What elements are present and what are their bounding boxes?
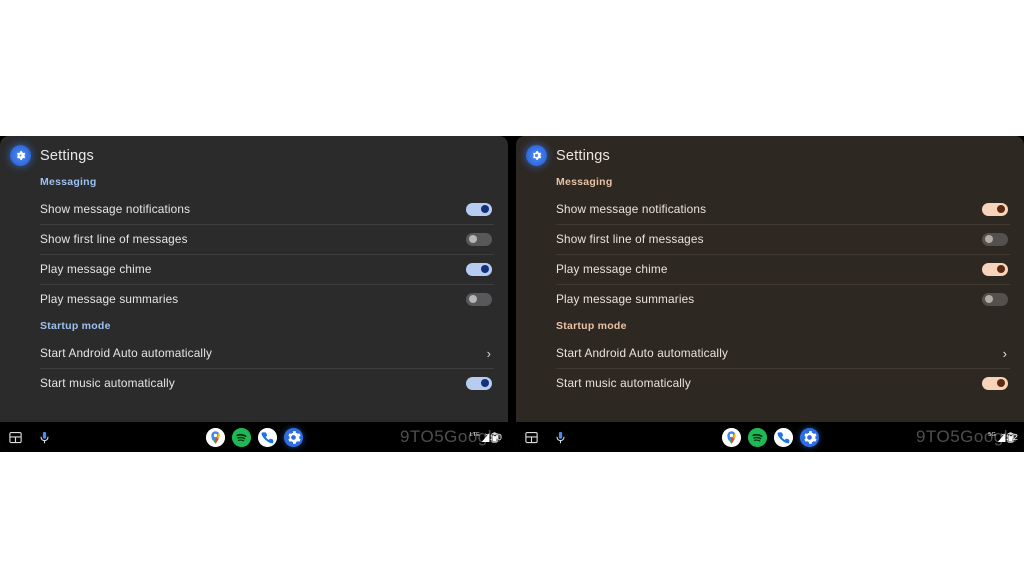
app-title-label: Settings <box>40 147 94 164</box>
setting-label: Play message summaries <box>556 292 695 306</box>
setting-label: Show message notifications <box>556 202 707 216</box>
toggle-knob <box>996 204 1006 214</box>
settings-content-left: Settings Messaging Show message notifica… <box>0 136 508 422</box>
toggle-show-message-notifications[interactable] <box>982 202 1008 216</box>
setting-row-play-message-summaries[interactable]: Play message summaries <box>0 284 508 314</box>
section-header-startup-mode: Startup mode <box>556 320 627 332</box>
setting-label: Show first line of messages <box>40 232 188 246</box>
status-cluster: LTE 2:00 <box>469 431 502 443</box>
setting-label: Play message chime <box>40 262 152 276</box>
setting-row-play-message-summaries[interactable]: Play message summaries <box>516 284 1024 314</box>
setting-row-start-music-automatically[interactable]: Start music automatically <box>516 368 1024 398</box>
system-bar-left-group <box>8 430 52 445</box>
toggle-start-music-automatically[interactable] <box>982 376 1008 390</box>
dock-right <box>516 427 1024 447</box>
apps-grid-icon[interactable] <box>524 430 539 445</box>
setting-label: Play message chime <box>556 262 668 276</box>
setting-row-play-message-chime[interactable]: Play message chime <box>0 254 508 284</box>
spotify-app-icon[interactable] <box>747 427 767 447</box>
android-auto-screen-blue-theme: Settings Messaging Show message notifica… <box>0 136 508 452</box>
maps-app-icon[interactable] <box>721 427 741 447</box>
toggle-show-first-line-of-messages[interactable] <box>982 232 1008 246</box>
app-title-label: Settings <box>556 147 610 164</box>
setting-row-start-android-auto-automatically[interactable]: Start Android Auto automatically › <box>0 338 508 368</box>
settings-app-icon[interactable] <box>283 427 303 447</box>
settings-content-right: Settings Messaging Show message notifica… <box>516 136 1024 422</box>
gear-icon <box>526 145 547 166</box>
network-type-label: 5G <box>988 431 997 438</box>
setting-label: Show first line of messages <box>556 232 704 246</box>
setting-row-show-message-notifications[interactable]: Show message notifications <box>0 194 508 224</box>
toggle-play-message-summaries[interactable] <box>466 292 492 306</box>
microphone-icon[interactable] <box>37 430 52 445</box>
setting-label: Start Android Auto automatically <box>40 346 213 360</box>
android-auto-screens-band: Settings Messaging Show message notifica… <box>0 136 1024 452</box>
setting-row-start-music-automatically[interactable]: Start music automatically <box>0 368 508 398</box>
dock-left <box>0 427 508 447</box>
setting-label: Play message summaries <box>40 292 179 306</box>
toggle-knob <box>468 294 478 304</box>
phone-app-icon[interactable] <box>773 427 793 447</box>
toggle-knob <box>480 264 490 274</box>
apps-grid-icon[interactable] <box>8 430 23 445</box>
setting-row-play-message-chime[interactable]: Play message chime <box>516 254 1024 284</box>
toggle-knob <box>480 204 490 214</box>
status-indicators-left: LTE 2:00 <box>469 431 502 443</box>
toggle-play-message-chime[interactable] <box>466 262 492 276</box>
section-header-messaging: Messaging <box>40 176 97 188</box>
spotify-app-icon[interactable] <box>231 427 251 447</box>
setting-row-show-message-notifications[interactable]: Show message notifications <box>516 194 1024 224</box>
screenshot-root: Settings Messaging Show message notifica… <box>0 0 1024 576</box>
toggle-knob <box>996 264 1006 274</box>
phone-app-icon[interactable] <box>257 427 277 447</box>
toggle-knob <box>996 378 1006 388</box>
toggle-knob <box>984 234 994 244</box>
toggle-start-music-automatically[interactable] <box>466 376 492 390</box>
setting-label: Start music automatically <box>40 376 175 390</box>
settings-app-icon[interactable] <box>799 427 819 447</box>
clock-label: 2:02 <box>1001 432 1018 442</box>
toggle-show-first-line-of-messages[interactable] <box>466 232 492 246</box>
clock-label: 2:00 <box>485 432 502 442</box>
gear-icon <box>10 145 31 166</box>
system-bar-left: 9TO5Google LTE 2:00 <box>0 422 508 452</box>
setting-row-start-android-auto-automatically[interactable]: Start Android Auto automatically › <box>516 338 1024 368</box>
app-title-row-right: Settings <box>516 136 1024 170</box>
section-header-startup-mode: Startup mode <box>40 320 111 332</box>
chevron-right-icon[interactable]: › <box>1003 347 1008 360</box>
system-bar-right: 9TO5Google 5G 2:02 <box>516 422 1024 452</box>
status-cluster: 5G 2:02 <box>988 431 1018 443</box>
setting-label: Start music automatically <box>556 376 691 390</box>
status-indicators-right: 5G 2:02 <box>988 431 1018 443</box>
toggle-show-message-notifications[interactable] <box>466 202 492 216</box>
app-title-row-left: Settings <box>0 136 508 170</box>
panel-divider <box>508 136 516 452</box>
toggle-play-message-chime[interactable] <box>982 262 1008 276</box>
maps-app-icon[interactable] <box>205 427 225 447</box>
toggle-play-message-summaries[interactable] <box>982 292 1008 306</box>
toggle-knob <box>468 234 478 244</box>
system-bar-left-group <box>524 430 568 445</box>
toggle-knob <box>984 294 994 304</box>
android-auto-screen-peach-theme: Settings Messaging Show message notifica… <box>516 136 1024 452</box>
section-header-messaging: Messaging <box>556 176 613 188</box>
chevron-right-icon[interactable]: › <box>487 347 492 360</box>
network-type-label: LTE <box>469 431 481 438</box>
setting-label: Start Android Auto automatically <box>556 346 729 360</box>
microphone-icon[interactable] <box>553 430 568 445</box>
setting-row-show-first-line-of-messages[interactable]: Show first line of messages <box>0 224 508 254</box>
setting-label: Show message notifications <box>40 202 191 216</box>
toggle-knob <box>480 378 490 388</box>
setting-row-show-first-line-of-messages[interactable]: Show first line of messages <box>516 224 1024 254</box>
